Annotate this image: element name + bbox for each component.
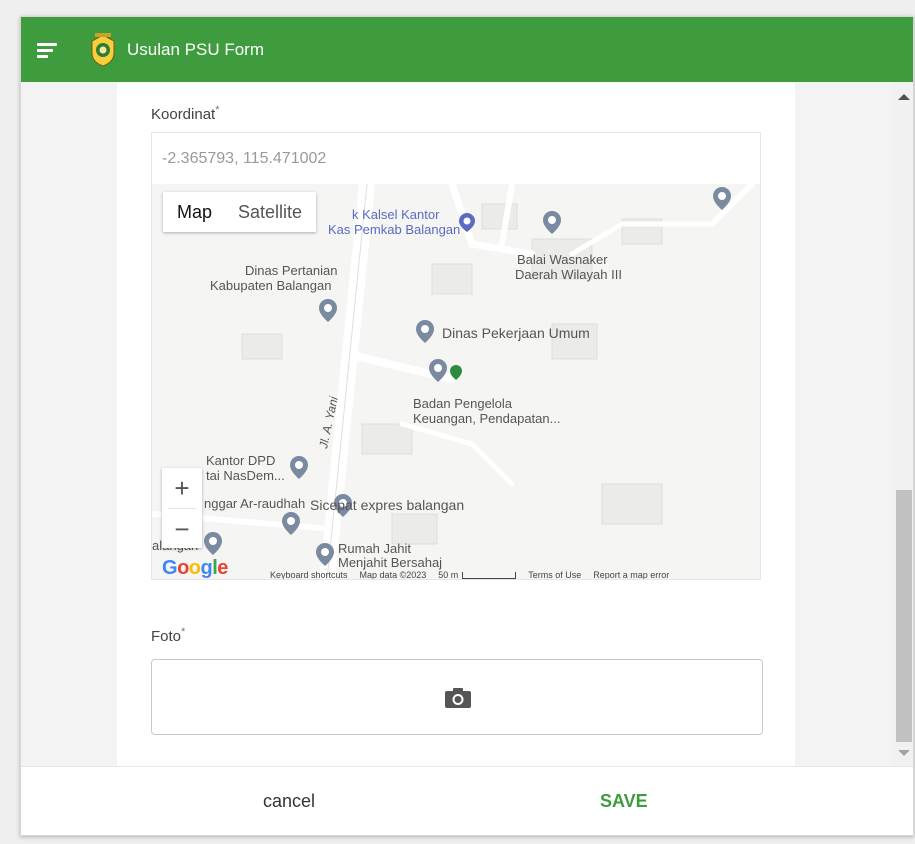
terms-of-use-link[interactable]: Terms of Use xyxy=(528,570,581,579)
map-type-control: Map Satellite xyxy=(163,192,317,232)
place-label: nggar Ar-raudhah xyxy=(204,496,305,511)
cancel-button[interactable]: cancel xyxy=(263,791,315,812)
koordinat-input[interactable] xyxy=(151,132,761,184)
map-footer: Keyboard shortcuts Map data ©2023 50 m T… xyxy=(270,570,669,580)
place-label: Daerah Wilayah III xyxy=(515,267,622,282)
regency-emblem-logo xyxy=(91,32,115,67)
camera-icon[interactable] xyxy=(445,688,471,708)
place-label: Sicepat expres balangan xyxy=(310,497,464,513)
scroll-up-arrow-icon[interactable] xyxy=(898,94,910,100)
koordinat-label: Koordinat* xyxy=(151,104,220,123)
scroll-thumb[interactable] xyxy=(896,490,912,742)
map-type-map-button[interactable]: Map xyxy=(163,192,226,232)
zoom-in-button[interactable]: + xyxy=(162,468,202,508)
menu-icon[interactable] xyxy=(37,39,59,61)
app-bar: Usulan PSU Form xyxy=(21,17,913,82)
photo-upload-box[interactable] xyxy=(151,659,763,735)
place-label: Badan Pengelola xyxy=(413,396,513,411)
place-label: Rumah Jahit xyxy=(338,541,411,556)
zoom-control: + − xyxy=(162,468,202,548)
place-label: Dinas Pekerjaan Umum xyxy=(442,325,590,341)
scroll-down-arrow-icon[interactable] xyxy=(898,750,910,756)
scrollbar[interactable] xyxy=(893,82,913,766)
place-label: Menjahit Bersahaj xyxy=(338,555,442,570)
place-label: Balai Wasnaker xyxy=(517,252,608,267)
zoom-out-button[interactable]: − xyxy=(162,509,202,549)
place-label: Kas Pemkab Balangan xyxy=(328,222,460,237)
google-logo: Google xyxy=(162,557,228,579)
place-label: tai NasDem... xyxy=(206,468,285,483)
form-content: Koordinat* -2.365793, 115.471002 Jl. A. … xyxy=(117,82,795,766)
map-scale: 50 m xyxy=(438,570,517,579)
place-label: Kantor DPD xyxy=(206,453,275,468)
map-type-satellite-button[interactable]: Satellite xyxy=(226,192,317,232)
place-label: k Kalsel Kantor xyxy=(352,207,440,222)
app-window: Usulan PSU Form Koordinat* -2.365793, 11… xyxy=(20,16,914,836)
app-title: Usulan PSU Form xyxy=(127,39,264,59)
save-button[interactable]: SAVE xyxy=(600,791,648,812)
location-map[interactable]: Jl. A. Yani k Kalsel Kantor Kas Pemkab B… xyxy=(151,184,761,580)
map-data-attribution: Map data ©2023 xyxy=(359,570,427,580)
place-label: Kabupaten Balangan xyxy=(210,278,331,293)
place-label: Dinas Pertanian xyxy=(245,263,338,278)
keyboard-shortcuts-link[interactable]: Keyboard shortcuts xyxy=(270,570,348,579)
action-bar: cancel SAVE xyxy=(21,766,913,835)
report-map-error-link[interactable]: Report a map error xyxy=(593,570,669,579)
place-label: Keuangan, Pendapatan... xyxy=(413,411,560,426)
foto-label: Foto* xyxy=(151,626,186,645)
map-canvas[interactable]: Jl. A. Yani k Kalsel Kantor Kas Pemkab B… xyxy=(152,184,761,580)
